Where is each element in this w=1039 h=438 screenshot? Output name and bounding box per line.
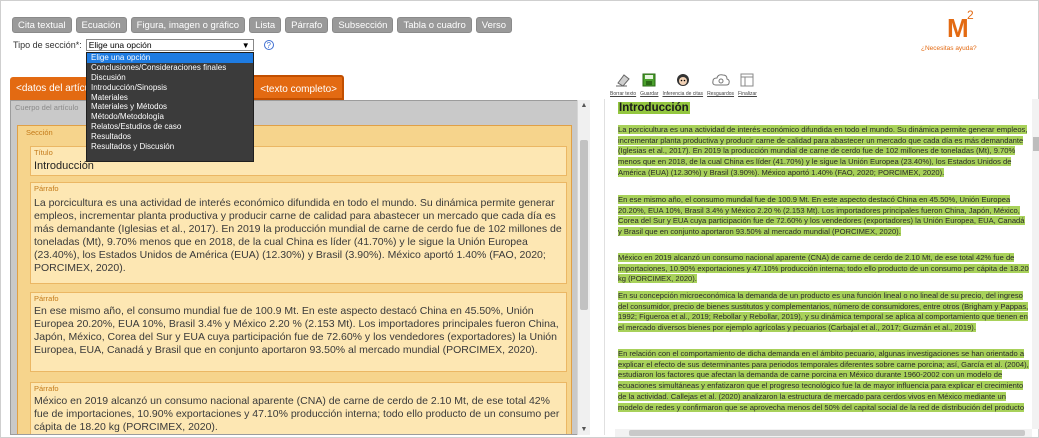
- tipo-seccion-value: Elige una opción: [88, 40, 152, 50]
- paragraph-highlight: En ese mismo año, el consumo mundial fue…: [618, 195, 1025, 237]
- resguardos-label: Resguardos: [707, 91, 735, 97]
- inferencia-citas-button[interactable]: Inferencia de citas: [662, 71, 703, 97]
- window-icon: [740, 71, 754, 89]
- right-toolbar: Borrar texto Guardar Inferencia de citas…: [610, 71, 757, 97]
- dropdown-option[interactable]: Método/Metodología: [87, 112, 253, 122]
- guardar-label: Guardar: [640, 91, 659, 97]
- dropdown-option[interactable]: Relatos/Estudios de caso: [87, 122, 253, 132]
- paragraph-text: México en 2019 alcanzó un consumo nacion…: [34, 395, 560, 434]
- section-label: Sección: [26, 128, 53, 137]
- parrafo-button[interactable]: Párrafo: [285, 17, 329, 33]
- paragraph-label: Párrafo: [34, 384, 59, 393]
- finalizar-label: Finalizar: [738, 91, 757, 97]
- panel-divider: [604, 99, 605, 435]
- cita-textual-button[interactable]: Cita textual: [12, 17, 72, 33]
- tipo-seccion-select[interactable]: Elige una opción ▼: [85, 39, 254, 51]
- tabla-button[interactable]: Tabla o cuadro: [397, 17, 472, 33]
- paragraph-label: Párrafo: [34, 184, 59, 193]
- right-scrollbar[interactable]: [1032, 99, 1039, 429]
- lista-button[interactable]: Lista: [249, 17, 282, 33]
- cuerpo-label: Cuerpo del artículo: [15, 103, 79, 112]
- scroll-up-icon[interactable]: ▲: [578, 100, 590, 111]
- subseccion-button[interactable]: Subsección: [332, 17, 394, 33]
- section-block: Sección Título Introducción Párrafo La p…: [17, 125, 572, 434]
- insert-toolbar: Cita textual Ecuación Figura, imagen o g…: [12, 17, 513, 33]
- need-help-link[interactable]: ¿Necesitas ayuda?: [921, 45, 977, 52]
- dropdown-option[interactable]: Discusión: [87, 73, 253, 83]
- app-window: Cita textual Ecuación Figura, imagen o g…: [0, 0, 1039, 438]
- logo-letter: M: [947, 13, 969, 41]
- tab-texto-completo[interactable]: <texto completo>: [247, 75, 344, 100]
- paragraph-block[interactable]: Párrafo En ese mismo año, el consumo mun…: [30, 292, 567, 372]
- verso-button[interactable]: Verso: [475, 17, 513, 33]
- dropdown-option[interactable]: Materiales: [87, 93, 253, 103]
- figura-button[interactable]: Figura, imagen o gráfico: [130, 17, 246, 33]
- inferencia-citas-label: Inferencia de citas: [662, 91, 704, 97]
- save-icon: [642, 71, 656, 89]
- full-text-paragraph: En su concepción microeconómica la deman…: [618, 291, 1030, 334]
- paragraph-highlight: En relación con el comportamiento de dic…: [618, 349, 1029, 412]
- full-text-paragraph: México en 2019 alcanzó un consumo nacion…: [618, 253, 1030, 285]
- paragraph-highlight: México en 2019 alcanzó un consumo nacion…: [618, 253, 1029, 284]
- full-text-paragraph: La porcicultura es una actividad de inte…: [618, 125, 1030, 179]
- resguardos-button[interactable]: Resguardos: [707, 71, 734, 97]
- tipo-seccion-label: Tipo de sección*:: [13, 40, 82, 50]
- dropdown-option[interactable]: Materiales y Métodos: [87, 102, 253, 112]
- full-text-panel: Introducción La porcicultura es una acti…: [615, 99, 1032, 429]
- borrar-texto-button[interactable]: Borrar texto: [610, 71, 636, 97]
- full-text-paragraph: En ese mismo año, el consumo mundial fue…: [618, 195, 1030, 238]
- right-horizontal-scrollbar[interactable]: [615, 429, 1032, 437]
- scroll-down-icon[interactable]: ▼: [578, 424, 590, 435]
- help-icon[interactable]: ?: [263, 40, 274, 50]
- paragraph-highlight: En su concepción microeconómica la deman…: [618, 291, 1029, 333]
- app-logo: M 2: [947, 7, 977, 43]
- face-icon: [676, 71, 690, 89]
- dropdown-option[interactable]: Resultados y Discusión: [87, 142, 253, 152]
- scroll-thumb[interactable]: [580, 140, 588, 310]
- dropdown-option[interactable]: Elige una opción: [87, 53, 253, 63]
- tipo-seccion-dropdown: Elige una opción Conclusiones/Considerac…: [86, 52, 254, 162]
- paragraph-text: En ese mismo año, el consumo mundial fue…: [34, 305, 559, 357]
- borrar-texto-label: Borrar texto: [610, 91, 637, 97]
- full-text-paragraph: En relación con el comportamiento de dic…: [618, 349, 1030, 413]
- chevron-down-icon: ▼: [241, 41, 250, 50]
- title-label: Título: [34, 148, 53, 157]
- left-scrollbar[interactable]: ▲ ▼: [577, 100, 590, 435]
- full-text-title: Introducción: [618, 102, 690, 114]
- cloud-icon: [711, 71, 731, 89]
- dropdown-option[interactable]: Conclusiones/Consideraciones finales: [87, 63, 253, 73]
- dropdown-option[interactable]: Introducción/Sinopsis: [87, 83, 253, 93]
- paragraph-text: La porcicultura es una actividad de inte…: [34, 197, 562, 275]
- finalizar-button[interactable]: Finalizar: [738, 71, 757, 97]
- paragraph-highlight: La porcicultura es una actividad de inte…: [618, 125, 1028, 177]
- paragraph-block[interactable]: Párrafo La porcicultura es una actividad…: [30, 182, 567, 284]
- guardar-button[interactable]: Guardar: [640, 71, 658, 97]
- paragraph-label: Párrafo: [34, 294, 59, 303]
- scroll-thumb[interactable]: [629, 430, 1025, 436]
- ecuacion-button[interactable]: Ecuación: [75, 17, 127, 33]
- logo-superscript: 2: [967, 8, 974, 22]
- tipo-seccion-row: Tipo de sección*: Elige una opción ▼ ?: [13, 39, 274, 51]
- eraser-icon: [615, 71, 631, 89]
- dropdown-option[interactable]: Resultados: [87, 132, 253, 142]
- scroll-thumb[interactable]: [1033, 137, 1039, 151]
- paragraph-block[interactable]: Párrafo México en 2019 alcanzó un consum…: [30, 382, 567, 434]
